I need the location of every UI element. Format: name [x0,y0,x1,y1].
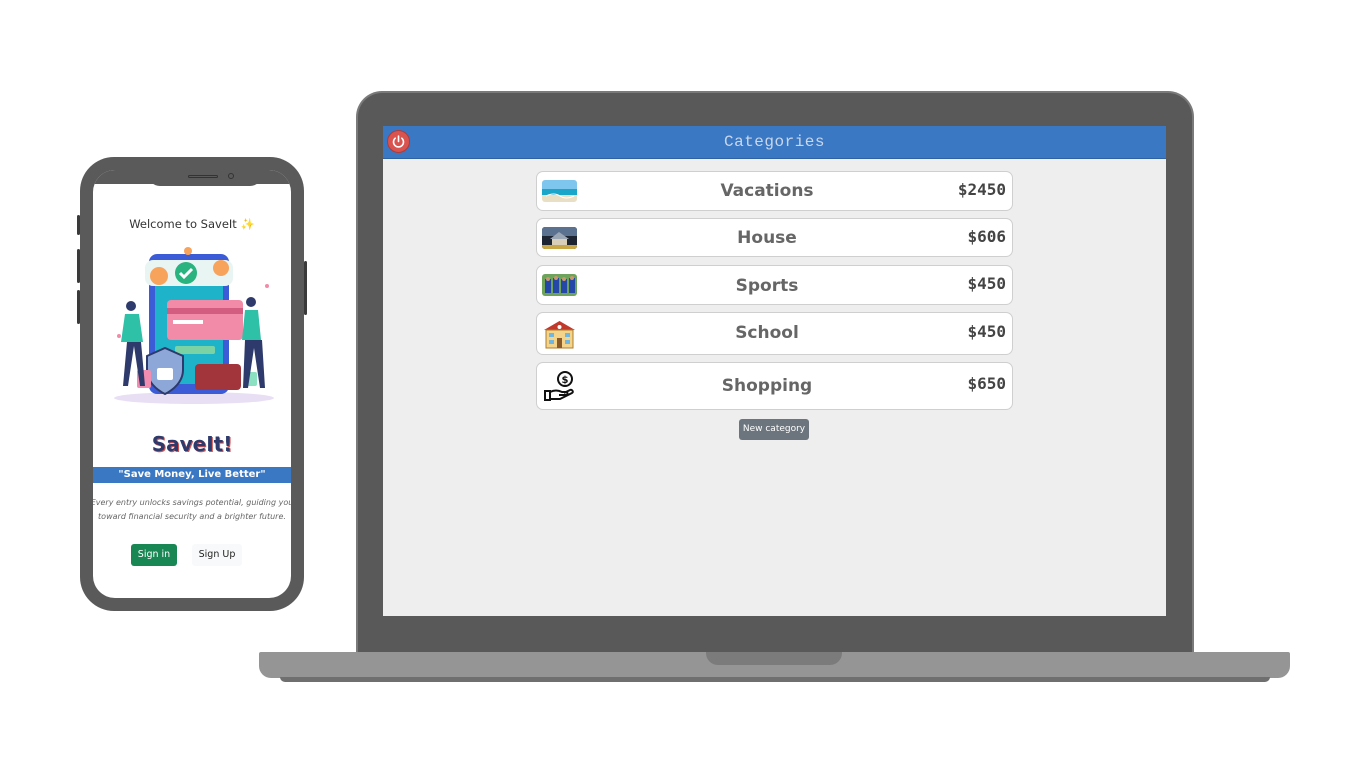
tagline-banner: "Save Money, Live Better" [93,467,291,483]
category-name: House [737,228,797,248]
page-title: Categories [723,133,825,151]
laptop-screen: Categories Vacations $2450 House $606 Sp… [383,126,1166,616]
sports-team-thumbnail [542,274,577,296]
beach-thumbnail [542,180,577,202]
phone-power-button [304,261,307,315]
app-description: Every entry unlocks savings potential, g… [93,496,291,524]
category-card-school[interactable]: School $450 [536,312,1013,355]
house-thumbnail [542,227,577,249]
sign-in-button[interactable]: Sign in [131,544,177,566]
category-card-vacations[interactable]: Vacations $2450 [536,171,1013,211]
svg-text:$: $ [562,375,569,386]
category-amount: $450 [967,322,1006,341]
phone-notch [148,170,262,186]
category-name: Shopping [721,376,813,396]
new-category-button[interactable]: New category [739,419,809,440]
phone-mockup: Welcome to SaveIt ✨ SaveIt! "Save Money,… [77,157,307,611]
category-amount: $2450 [957,180,1006,199]
sign-up-button[interactable]: Sign Up [192,544,242,566]
money-hand-icon: $ [542,369,577,403]
phone-volume-up [77,249,80,283]
payment-illustration [114,247,274,404]
category-amount: $606 [967,227,1006,246]
welcome-text: Welcome to SaveIt ✨ [129,217,255,231]
category-amount: $650 [967,374,1006,393]
laptop-base-shadow [280,677,1270,682]
app-header: Categories [383,126,1166,159]
description-line-2: toward financial security and a brighter… [98,512,286,521]
speaker-grille [188,175,218,178]
category-name: School [735,323,799,343]
category-card-house[interactable]: House $606 [536,218,1013,257]
category-name: Sports [735,276,799,296]
phone-mute-switch [77,215,80,235]
phone-volume-down [77,290,80,324]
logout-button[interactable] [387,130,410,153]
description-line-1: Every entry unlocks savings potential, g… [93,498,291,507]
category-card-sports[interactable]: Sports $450 [536,265,1013,305]
app-brand-title: SaveIt! [151,432,233,456]
school-building-icon [542,318,577,350]
category-amount: $450 [967,274,1006,293]
laptop-trackpad-notch [706,652,842,665]
category-name: Vacations [720,181,814,201]
category-card-shopping[interactable]: $ Shopping $650 [536,362,1013,410]
front-camera [228,173,234,179]
power-icon [392,135,405,148]
phone-screen: Welcome to SaveIt ✨ SaveIt! "Save Money,… [93,170,291,598]
